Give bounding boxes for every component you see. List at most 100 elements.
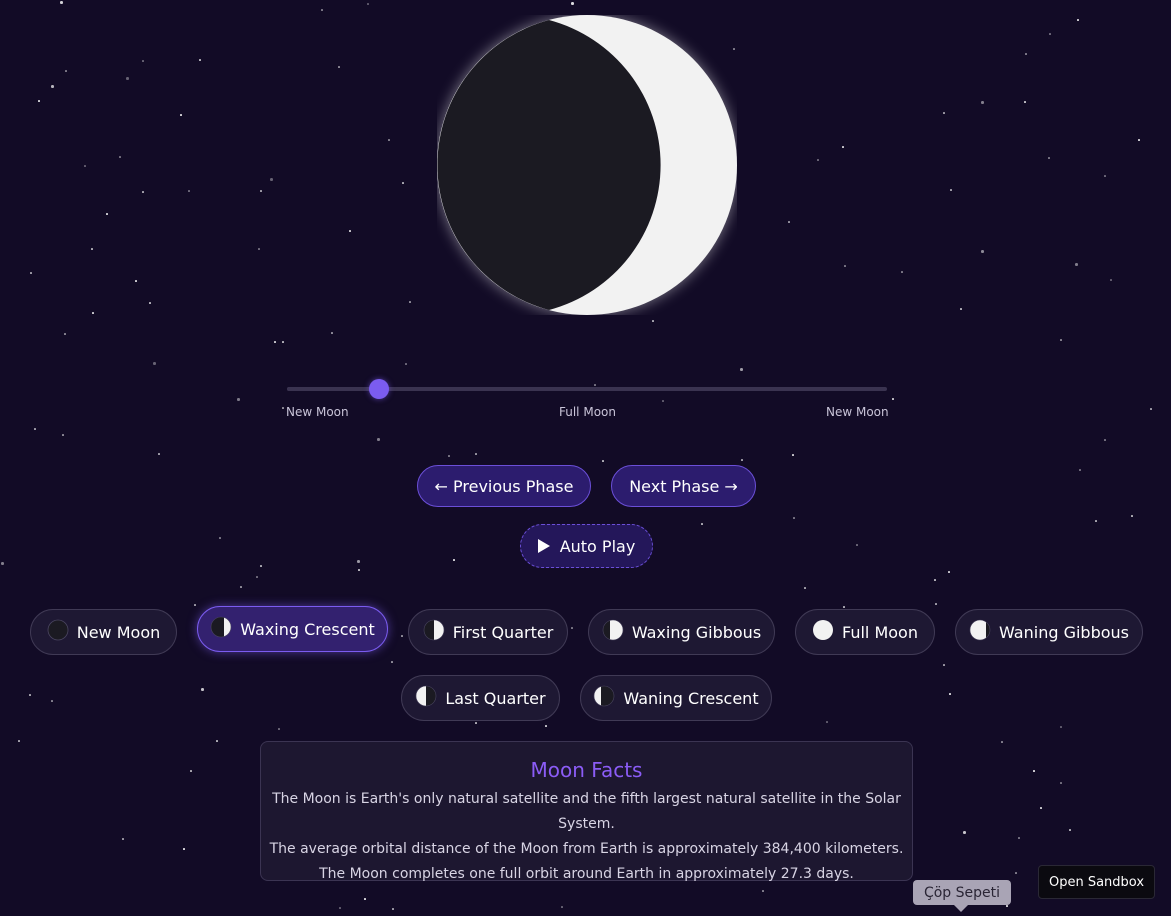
phase-button-label: Last Quarter xyxy=(445,688,546,708)
star xyxy=(237,398,240,401)
waning-gibbous-icon xyxy=(969,619,991,645)
star xyxy=(188,190,190,192)
star xyxy=(960,308,962,310)
slider-label-end: New Moon xyxy=(826,405,889,419)
star xyxy=(1110,279,1112,281)
play-icon xyxy=(537,539,550,553)
star xyxy=(981,101,984,104)
star xyxy=(981,250,984,253)
phase-button-full-moon[interactable]: Full Moon xyxy=(795,609,935,655)
phase-button-first-quarter[interactable]: First Quarter xyxy=(408,609,568,655)
star xyxy=(84,165,86,167)
slider-thumb[interactable] xyxy=(368,379,389,399)
star xyxy=(788,221,790,223)
star xyxy=(602,460,604,462)
star xyxy=(260,190,262,192)
waxing-gibbous-icon xyxy=(602,619,624,645)
star xyxy=(1,562,4,565)
next-phase-button[interactable]: Next Phase → xyxy=(611,465,756,507)
star xyxy=(1060,339,1062,341)
star xyxy=(935,603,937,605)
phase-slider[interactable] xyxy=(287,378,887,400)
tooltip-arrow xyxy=(954,905,968,912)
open-sandbox-button[interactable]: Open Sandbox xyxy=(1038,865,1155,899)
star xyxy=(64,333,66,335)
star xyxy=(92,312,94,314)
phase-button-waning-crescent[interactable]: Waning Crescent xyxy=(580,675,772,721)
star xyxy=(409,301,411,303)
phase-button-new-moon[interactable]: New Moon xyxy=(30,609,177,655)
star xyxy=(367,3,369,5)
star xyxy=(339,907,341,909)
star xyxy=(260,565,262,567)
star xyxy=(762,890,764,892)
phase-button-label: Full Moon xyxy=(842,622,918,642)
phase-button-label: Waning Gibbous xyxy=(999,622,1129,642)
star xyxy=(1018,837,1020,839)
star xyxy=(135,280,137,282)
star xyxy=(1040,807,1042,809)
auto-play-label: Auto Play xyxy=(559,536,636,556)
fact-item: The average orbital distance of the Moon… xyxy=(269,841,904,857)
phase-button-last-quarter[interactable]: Last Quarter xyxy=(401,675,560,721)
slider-fill xyxy=(287,387,379,391)
star xyxy=(30,272,32,274)
star xyxy=(1104,175,1106,177)
star xyxy=(60,1,63,4)
phase-button-label: Waxing Gibbous xyxy=(631,622,762,642)
star xyxy=(475,722,477,724)
star xyxy=(1077,19,1079,21)
star xyxy=(258,248,260,250)
star xyxy=(1006,905,1008,907)
star xyxy=(1095,520,1097,522)
star xyxy=(194,604,196,606)
star xyxy=(793,517,795,519)
star xyxy=(349,230,351,232)
star xyxy=(122,838,124,840)
phase-button-waning-gibbous[interactable]: Waning Gibbous xyxy=(955,609,1143,655)
star xyxy=(34,428,36,430)
star xyxy=(274,341,276,343)
trash-tooltip: Çöp Sepeti xyxy=(913,880,1011,905)
star xyxy=(18,740,20,742)
star xyxy=(1024,101,1026,103)
star xyxy=(142,60,144,62)
star xyxy=(51,700,53,702)
star xyxy=(842,146,844,148)
star xyxy=(180,114,182,116)
phase-button-label: New Moon xyxy=(76,622,161,642)
star xyxy=(321,9,323,11)
star xyxy=(358,569,360,571)
star xyxy=(448,455,450,457)
star xyxy=(934,579,936,581)
star xyxy=(402,182,404,184)
star xyxy=(561,906,563,908)
star xyxy=(401,635,403,637)
star xyxy=(950,189,952,191)
waning-crescent-icon xyxy=(593,685,615,711)
star xyxy=(1001,741,1003,743)
star xyxy=(1104,439,1106,441)
previous-phase-button[interactable]: ← Previous Phase xyxy=(417,465,591,507)
star xyxy=(364,898,366,900)
star xyxy=(282,407,284,409)
star xyxy=(1060,782,1062,784)
phase-button-waxing-crescent[interactable]: Waxing Crescent xyxy=(197,606,388,652)
star xyxy=(963,831,966,834)
star xyxy=(388,139,390,141)
phase-button-waxing-gibbous[interactable]: Waxing Gibbous xyxy=(588,609,775,655)
star xyxy=(1033,770,1035,772)
star xyxy=(377,438,380,441)
new-moon-icon xyxy=(47,619,69,645)
star xyxy=(892,398,894,400)
full-moon-icon xyxy=(812,619,834,645)
star xyxy=(405,363,407,365)
star xyxy=(943,664,945,666)
auto-play-button[interactable]: Auto Play xyxy=(520,524,653,568)
star xyxy=(331,332,333,334)
star xyxy=(1060,726,1062,728)
star xyxy=(149,302,151,304)
star xyxy=(571,2,574,5)
waxing-crescent-icon xyxy=(210,616,232,642)
slider-label-middle: Full Moon xyxy=(559,405,616,419)
